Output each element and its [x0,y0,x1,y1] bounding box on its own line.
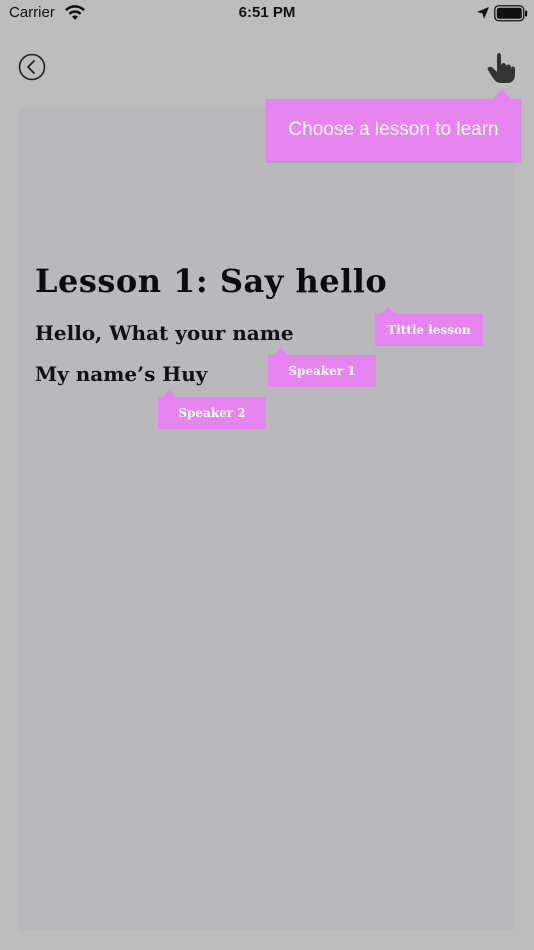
speaker-1-line: Hello, What your name [35,321,294,345]
choose-lesson-tooltip: Choose a lesson to learn [266,89,521,161]
location-arrow-icon [477,7,489,19]
status-time: 6:51 PM [238,4,296,21]
status-bar: Carrier 6:51 PM [0,0,534,30]
hand-pointer-icon[interactable] [486,52,516,84]
title-lesson-tooltip: Tittle lesson [375,307,483,346]
battery-icon [494,5,528,22]
back-button[interactable] [18,53,46,81]
speaker-1-tooltip: Speaker 1 [268,348,376,387]
speaker-2-tooltip: Speaker 2 [158,390,266,429]
speaker-2-line: My name’s Huy [35,362,208,386]
lesson-title: Lesson 1: Say hello [35,262,388,300]
lesson-panel[interactable] [19,108,515,930]
